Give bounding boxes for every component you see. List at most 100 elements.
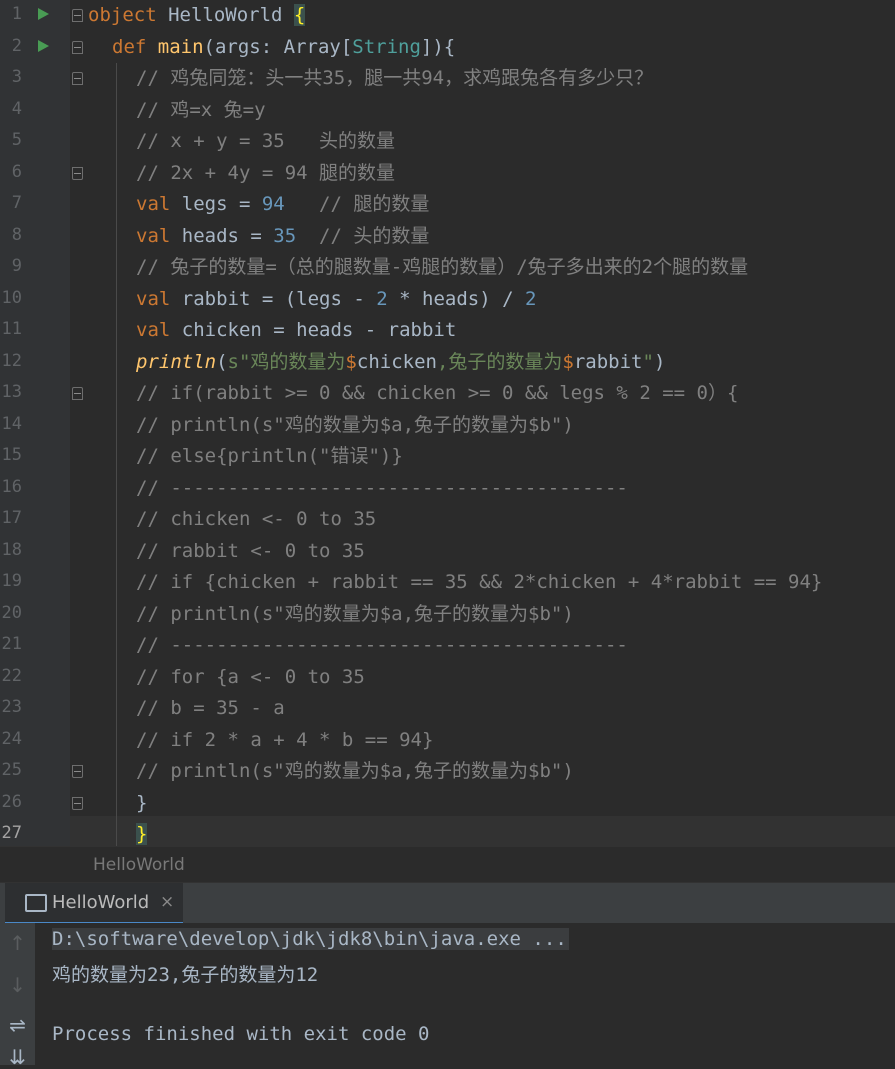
code-token: // -------------------------------------…	[136, 634, 628, 656]
code-line-25[interactable]: // println(s"鸡的数量为$a,兔子的数量为$b")	[136, 756, 574, 788]
code-token: rabbit	[573, 350, 643, 373]
code-line-7[interactable]: val legs = 94 // 腿的数量	[136, 189, 429, 221]
gutter-row-18: 18	[0, 536, 70, 568]
code-line-27[interactable]: }	[136, 819, 148, 846]
code-token: // 腿的数量	[284, 193, 430, 215]
fold-marker-icon[interactable]	[72, 72, 83, 85]
code-line-5[interactable]: // x + y = 35 头的数量	[136, 126, 395, 158]
code-line-2[interactable]: def main(args: Array[String]){	[112, 32, 455, 64]
code-token: // 鸡=x 兔=y	[136, 98, 266, 121]
code-line-9[interactable]: // 兔子的数量=（总的腿数量-鸡腿的数量）/兔子多出来的2个腿的数量	[136, 252, 748, 284]
code-line-14[interactable]: // println(s"鸡的数量为$a,兔子的数量为$b")	[136, 410, 574, 442]
code-line-12[interactable]: println(s"鸡的数量为$chicken,兔子的数量为$rabbit")	[136, 347, 665, 379]
code-line-8[interactable]: val heads = 35 // 头的数量	[136, 221, 429, 253]
gutter-row-4: 4	[0, 95, 70, 127]
run-tab-label[interactable]: HelloWorld	[52, 892, 149, 913]
line-number: 19	[1, 571, 22, 591]
run-gutter-icon[interactable]	[38, 39, 49, 52]
code-line-4[interactable]: // 鸡=x 兔=y	[136, 95, 266, 127]
line-number: 15	[1, 445, 22, 465]
code-line-24[interactable]: // if 2 * a + 4 * b == 94}	[136, 725, 433, 757]
run-console[interactable]: ↑ ↓ ⇌ ⇊ D:\software\develop\jdk\jdk8\bin…	[0, 923, 895, 1069]
code-editor[interactable]: 1 2 3 4 5 6 7 8 9 10 11 12 13 14 15 16 17 18 19 20 21 22 23 24 2…	[0, 0, 895, 846]
code-token: def	[112, 35, 147, 58]
soft-wrap-icon[interactable]: ⇌	[0, 1013, 35, 1037]
code-line-10[interactable]: val rabbit = (legs - 2 * heads) / 2	[136, 284, 536, 316]
gutter-row-14: 14	[0, 410, 70, 442]
code-token: ,兔子的数量为	[436, 350, 563, 373]
breadcrumb[interactable]: HelloWorld	[0, 846, 895, 883]
line-number: 8	[11, 224, 22, 245]
code-token: heads =	[170, 224, 274, 247]
code-token: (	[216, 350, 228, 373]
arrow-up-icon[interactable]: ↑	[0, 931, 35, 955]
code-line-19[interactable]: // if {chicken + rabbit == 35 && 2*chick…	[136, 567, 822, 599]
gutter-row-22: 22	[0, 662, 70, 694]
code-token: chicken = heads - rabbit	[170, 319, 457, 341]
code-token: // println(s"鸡的数量为$a,兔子的数量为$b")	[136, 413, 574, 436]
line-number: 27	[1, 823, 22, 843]
code-token: // rabbit <- 0 to 35	[136, 539, 365, 562]
line-number: 14	[1, 413, 22, 434]
fold-marker-icon[interactable]	[72, 40, 83, 54]
arrow-down-icon[interactable]: ↓	[0, 973, 35, 997]
code-token: val	[136, 319, 171, 341]
fold-marker-icon[interactable]	[72, 166, 83, 180]
code-line-17[interactable]: // chicken <- 0 to 35	[136, 504, 376, 536]
code-line-26[interactable]: }	[136, 788, 147, 820]
code-token: String	[352, 35, 421, 58]
scroll-to-end-icon[interactable]: ⇊	[0, 1045, 35, 1069]
code-token: {	[293, 4, 306, 26]
code-token: (args:	[203, 35, 284, 58]
code-token: // else{println("错误")}	[136, 445, 403, 467]
gutter-row-26: 26	[0, 788, 83, 820]
run-gutter-icon[interactable]	[38, 8, 49, 20]
code-line-21[interactable]: // -------------------------------------…	[136, 630, 628, 662]
code-line-22[interactable]: // for {a <- 0 to 35	[136, 662, 365, 694]
console-toolbar: ↑ ↓ ⇌ ⇊	[0, 923, 35, 1069]
line-number: 24	[1, 728, 22, 749]
fold-marker-icon[interactable]	[72, 765, 83, 778]
indent-guide	[116, 63, 117, 846]
code-token: object	[88, 4, 157, 26]
code-token: chicken	[356, 350, 437, 373]
code-line-18[interactable]: // rabbit <- 0 to 35	[136, 536, 365, 568]
line-number: 16	[1, 476, 22, 497]
code-line-3[interactable]: // 鸡兔同笼：头一共35，腿一共94，求鸡跟兔各有多少只？	[136, 63, 653, 95]
code-token: // b = 35 - a	[136, 697, 285, 719]
line-number: 1	[11, 4, 22, 24]
line-number: 23	[1, 697, 22, 717]
code-line-6[interactable]: // 2x + 4y = 94 腿的数量	[136, 158, 395, 190]
close-icon[interactable]: ×	[160, 892, 174, 912]
code-line-23[interactable]: // b = 35 - a	[136, 693, 285, 725]
console-icon	[25, 894, 47, 912]
gutter-row-9: 9	[0, 252, 70, 284]
fold-marker-icon[interactable]	[72, 9, 83, 22]
line-number: 10	[1, 287, 22, 308]
code-line-15[interactable]: // else{println("错误")}	[136, 441, 403, 473]
run-tab[interactable]: HelloWorld ×	[5, 883, 183, 925]
gutter-row-19: 19	[0, 567, 70, 599]
code-token: main	[157, 35, 204, 58]
code-line-13[interactable]: // if(rabbit >= 0 && chicken >= 0 && leg…	[136, 378, 738, 410]
code-line-16[interactable]: // -------------------------------------…	[136, 473, 628, 505]
fold-marker-icon[interactable]	[72, 796, 83, 810]
line-number: 5	[11, 130, 22, 150]
gutter-row-27: 27	[0, 819, 83, 846]
code-line-11[interactable]: val chicken = heads - rabbit	[136, 315, 456, 347]
gutter-row-7: 7	[0, 189, 70, 221]
line-number: 6	[11, 161, 22, 182]
code-line-1[interactable]: object HelloWorld {	[88, 0, 306, 32]
code-token: "	[642, 350, 654, 373]
code-token: // if 2 * a + 4 * b == 94}	[136, 728, 434, 751]
breadcrumb-label[interactable]: HelloWorld	[93, 855, 185, 875]
code-token: println	[136, 350, 217, 373]
gutter-row-5: 5	[0, 126, 70, 158]
code-token: [	[340, 35, 353, 58]
line-number: 11	[1, 319, 22, 339]
code-token: * heads) /	[387, 287, 525, 310]
gutter-row-16: 16	[0, 473, 70, 505]
fold-marker-icon[interactable]	[72, 387, 83, 400]
code-line-20[interactable]: // println(s"鸡的数量为$a,兔子的数量为$b")	[136, 599, 574, 631]
